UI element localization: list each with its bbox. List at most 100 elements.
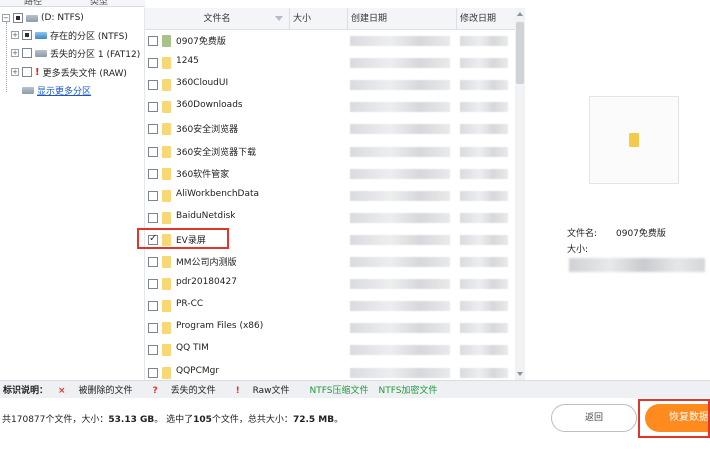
row-checkbox[interactable] [148, 190, 158, 201]
size-label: 大小: [567, 245, 589, 255]
row-checkbox[interactable] [148, 168, 158, 179]
table-row[interactable]: pdr20180427 [145, 273, 515, 295]
expand-icon[interactable]: + [11, 68, 19, 76]
table-row[interactable]: 360安全浏览器 [145, 118, 515, 140]
folder-icon [629, 133, 639, 147]
row-checkbox[interactable] [148, 257, 158, 267]
status-suffix: 。 [334, 415, 344, 425]
row-checkbox[interactable] [148, 146, 158, 157]
row-checkbox[interactable] [148, 102, 158, 113]
blurred-cell [460, 146, 508, 157]
row-checkbox[interactable] [148, 279, 158, 290]
column-created[interactable]: 创建日期 [348, 8, 457, 30]
table-row[interactable]: 360CloudUI [145, 74, 515, 96]
table-row[interactable]: 360Downloads [145, 96, 515, 118]
tree-item-existing-partition[interactable]: + 存在的分区 (NTFS) [11, 27, 128, 43]
status-prefix: 共 [2, 415, 12, 425]
row-checkbox[interactable] [148, 80, 158, 91]
collapse-icon[interactable]: − [2, 14, 10, 22]
blurred-cell [460, 279, 508, 290]
expand-icon[interactable]: + [11, 31, 19, 39]
column-created-label: 创建日期 [351, 14, 388, 24]
row-filename: 360CloudUI [176, 78, 229, 89]
blurred-cell [460, 367, 508, 378]
tree-root[interactable]: − (D: NTFS) [2, 10, 84, 26]
blurred-cell [350, 212, 450, 223]
lost-mark-icon: ? [152, 386, 158, 396]
folder-icon [162, 256, 171, 268]
blurred-cell [460, 345, 508, 356]
status-selected-prefix: 。 选中了 [154, 415, 194, 425]
table-row[interactable]: AliWorkbenchData [145, 185, 515, 207]
deleted-mark-icon: × [58, 386, 66, 396]
tree-item-raw-files[interactable]: + ! 更多丢失文件 (RAW) [11, 64, 127, 80]
table-row[interactable]: 360安全浏览器下载 [145, 141, 515, 163]
table-row[interactable]: Program Files (x86) [145, 317, 515, 339]
tab-path[interactable]: 路径 [24, 0, 42, 7]
folder-icon [162, 366, 171, 379]
list-scrollbar[interactable] [515, 8, 525, 380]
folder-icon [162, 189, 171, 202]
blurred-cell [460, 234, 508, 245]
row-checkbox[interactable] [148, 36, 158, 46]
expand-icon[interactable]: + [11, 49, 19, 57]
row-checkbox[interactable] [148, 301, 158, 312]
row-checkbox[interactable] [148, 124, 158, 135]
table-row[interactable]: 0907免费版 [145, 30, 515, 52]
blurred-cell [460, 257, 508, 267]
row-filename: QQPCMgr [176, 365, 220, 376]
blurred-cell [350, 146, 450, 157]
row-checkbox[interactable] [148, 58, 158, 69]
column-size[interactable]: 大小 [290, 8, 348, 30]
view-tabs: 路径 类型 [0, 0, 145, 7]
tree-item-checkbox[interactable] [22, 48, 32, 58]
row-filename: pdr20180427 [176, 277, 237, 288]
back-button[interactable]: 返回 [551, 404, 637, 432]
scroll-thumb[interactable] [516, 22, 524, 84]
legend-deleted-label: 被删除的文件 [78, 386, 133, 396]
row-filename: MM公司内测版 [176, 258, 237, 268]
show-more-partitions-link[interactable]: 显示更多分区 [37, 84, 91, 97]
filename-label: 文件名: [567, 229, 598, 239]
tree-item-lost-partition[interactable]: + 丢失的分区 1 (FAT12) [11, 45, 140, 61]
blurred-cell [350, 124, 450, 135]
scroll-down-icon[interactable] [517, 372, 523, 376]
blurred-cell [350, 301, 450, 312]
row-filename: 1245 [176, 56, 199, 67]
blurred-cell [350, 36, 450, 46]
tree-root-checkbox[interactable] [13, 13, 23, 23]
row-checkbox[interactable] [148, 367, 158, 378]
row-checkbox[interactable] [148, 212, 158, 223]
folder-icon [162, 101, 171, 114]
blurred-cell [460, 102, 508, 113]
selected-count: 105 [193, 415, 212, 425]
blurred-info [569, 258, 705, 272]
legend-ntfs-encrypted: NTFS加密文件 [378, 386, 438, 396]
sort-arrow-icon [275, 16, 283, 21]
row-checkbox[interactable] [148, 323, 158, 334]
table-row[interactable]: QQ TIM [145, 339, 515, 361]
row-filename: BaiduNetdisk [176, 210, 236, 221]
table-row[interactable]: 360软件管家 [145, 163, 515, 185]
table-row[interactable]: BaiduNetdisk [145, 207, 515, 229]
scroll-up-icon[interactable] [517, 12, 523, 16]
tree-item-more[interactable]: 显示更多分区 [22, 82, 91, 98]
filename-value: 0907免费版 [616, 229, 666, 239]
tree-item-checkbox[interactable] [22, 67, 32, 77]
table-row[interactable]: 1245 [145, 52, 515, 74]
legend-raw-label: Raw文件 [252, 386, 290, 396]
blurred-cell [350, 102, 450, 113]
file-list: 文件名 大小 创建日期 修改日期 0907免费版 1245 360CloudUI 36… [137, 8, 525, 380]
folder-icon [162, 300, 171, 313]
row-filename: Program Files (x86) [176, 321, 264, 332]
table-row[interactable]: PR-CC [145, 295, 515, 317]
tree-item-checkbox[interactable] [22, 30, 32, 40]
table-row[interactable]: MM公司内测版 [145, 251, 515, 273]
tab-type[interactable]: 类型 [90, 0, 108, 7]
blurred-cell [350, 58, 450, 69]
list-header: 文件名 大小 创建日期 修改日期 [145, 8, 515, 30]
row-checkbox[interactable] [148, 345, 158, 356]
column-filename[interactable]: 文件名 [145, 8, 290, 30]
drive-gray-icon [35, 49, 47, 57]
column-modified[interactable]: 修改日期 [457, 8, 515, 30]
